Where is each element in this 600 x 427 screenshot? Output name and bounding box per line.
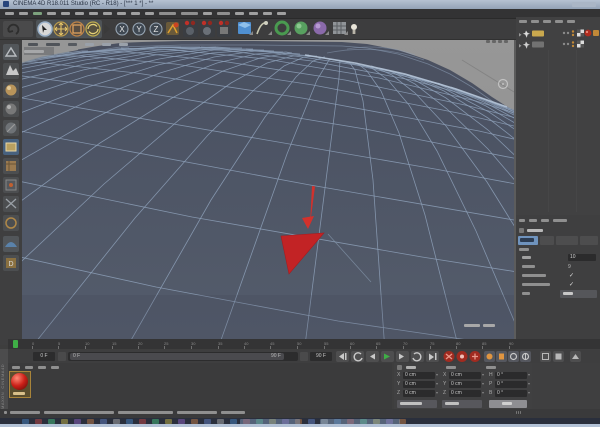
svg-text:Z: Z (154, 25, 159, 34)
svg-text:X: X (119, 25, 125, 34)
svg-text:D: D (8, 261, 13, 268)
svg-text:Y: Y (136, 25, 142, 34)
